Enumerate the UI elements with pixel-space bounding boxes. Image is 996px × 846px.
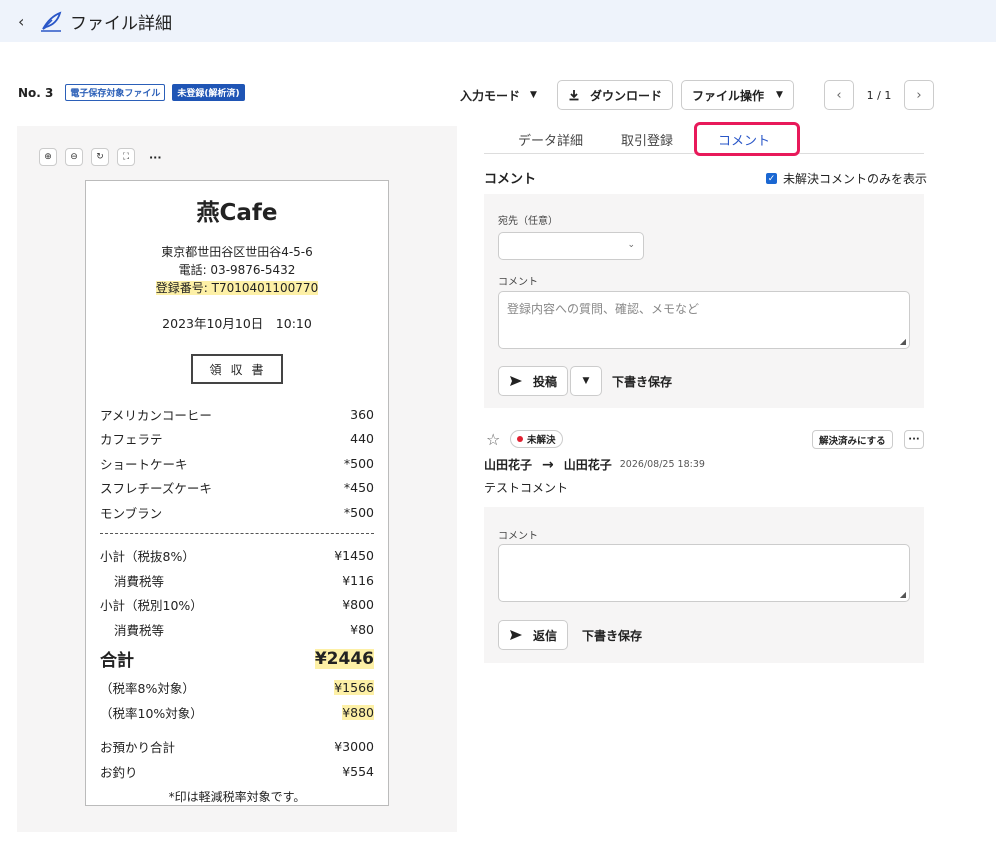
send-icon [510, 630, 522, 640]
more-icon[interactable]: ··· [149, 151, 162, 164]
file-number: No. 3 [18, 85, 54, 100]
receipt-datetime: 2023年10月10日 10:10 [162, 316, 312, 331]
download-button[interactable]: ダウンロード [556, 80, 673, 110]
comments-title: コメント [484, 172, 537, 187]
recipient-select[interactable]: ⌄ [498, 232, 644, 260]
chevron-down-icon: ⌄ [627, 240, 635, 250]
zoom-out-icon[interactable]: ⊖ [65, 148, 83, 166]
toolbar: 入力モード ▼ ダウンロード ファイル操作 ▼ [460, 80, 794, 110]
reply-panel: コメント ◢ 返信 下書き保存 [484, 507, 924, 663]
resize-handle-icon[interactable]: ◢ [900, 590, 906, 599]
next-page-button[interactable]: › [904, 80, 934, 110]
shop-address: 東京都世田谷区世田谷4-5-6 [161, 245, 313, 259]
status-badge: 未登録(解析済) [172, 84, 245, 101]
comment-textarea[interactable]: 登録内容への質問、確認、メモなど ◢ [498, 291, 910, 349]
paid-total: お預かり合計 ¥3000 [100, 739, 374, 756]
status-badge: 未解決 [510, 430, 563, 448]
viewer-toolbar: ⊕ ⊖ ↻ ⛶ ··· [39, 148, 162, 166]
change: お釣り ¥554 [100, 763, 374, 780]
comment-from: 山田花子 [484, 458, 533, 472]
draft-save-link[interactable]: 下書き保存 [612, 373, 672, 390]
zoom-in-icon[interactable]: ⊕ [39, 148, 57, 166]
chevron-right-icon: › [916, 87, 922, 103]
unresolved-filter[interactable]: ✓ 未解決コメントのみを表示 [766, 170, 927, 187]
status-dot [517, 436, 523, 442]
comment-to: 山田花子 [563, 458, 612, 472]
more-icon[interactable]: ··· [904, 430, 924, 449]
post-label: 投稿 [533, 374, 558, 389]
comment-meta: 山田花子 → 山田花子 2026/08/25 18:39 [484, 456, 705, 473]
subtotal-10: 小計（税別10%） ¥800 [100, 597, 374, 614]
page-indicator: 1 / 1 [866, 88, 892, 102]
comment-timestamp: 2026/08/25 18:39 [619, 459, 705, 470]
target-10: （税率10%対象） ¥880 [100, 704, 374, 721]
fullscreen-icon[interactable]: ⛶ [117, 148, 135, 166]
comment-placeholder: 登録内容への質問、確認、メモなど [507, 302, 700, 316]
comment-label: コメント [498, 277, 538, 288]
tax-8: 消費税等 ¥116 [114, 572, 374, 589]
page-title: ファイル詳細 [70, 13, 172, 34]
file-info: No. 3 電子保存対象ファイル 未登録(解析済) [18, 84, 245, 101]
app-header: ‹ ファイル詳細 [0, 0, 996, 42]
comment-item-header: ☆ 未解決 解決済みにする ··· [484, 430, 924, 450]
divider [100, 532, 374, 534]
tax-10: 消費税等 ¥80 [114, 621, 374, 638]
tab-data-detail[interactable]: データ詳細 [518, 130, 583, 149]
send-icon [510, 376, 522, 386]
caret-down-icon: ▼ [530, 90, 537, 100]
document-preview: ⊕ ⊖ ↻ ⛶ ··· 燕Cafe 東京都世田谷区世田谷4-5-6 電話: 03… [17, 126, 457, 832]
reply-label: コメント [498, 531, 538, 542]
reply-draft-link[interactable]: 下書き保存 [582, 627, 642, 644]
receipt-lines: アメリカンコーヒー 360 カフェラテ 440 ショートケーキ *500 スフレチーズ… [100, 402, 374, 784]
line-item: アメリカンコーヒー 360 [100, 406, 374, 423]
resize-handle-icon[interactable]: ◢ [900, 337, 906, 346]
line-item: モンブラン *500 [100, 504, 374, 521]
shop-phone: 電話: 03-9876-5432 [178, 263, 296, 277]
arrow-right-icon: → [542, 456, 554, 473]
checkbox-checked-icon[interactable]: ✓ [766, 173, 777, 184]
prev-page-button[interactable]: ‹ [824, 80, 854, 110]
chevron-left-icon[interactable]: ‹ [18, 12, 32, 31]
type-badge: 電子保存対象ファイル [65, 84, 166, 101]
comment-body: テストコメント [484, 481, 569, 495]
receipt-image: 燕Cafe 東京都世田谷区世田谷4-5-6 電話: 03-9876-5432 登… [85, 180, 389, 806]
tab-comments[interactable]: コメント [718, 130, 770, 149]
tab-transaction[interactable]: 取引登録 [621, 130, 673, 149]
line-item: ショートケーキ *500 [100, 455, 374, 472]
post-button[interactable]: 投稿 [498, 366, 569, 396]
receipt-note: *印は軽減税率対象です。 [168, 789, 306, 804]
target-8: （税率8%対象） ¥1566 [100, 680, 374, 697]
caret-down-icon: ▼ [775, 90, 783, 100]
line-item: カフェラテ 440 [100, 431, 374, 448]
tab-bar: データ詳細 取引登録 コメント [484, 122, 924, 156]
total: 合計 ¥2446 [100, 648, 374, 671]
caret-down-icon: ▼ [582, 376, 590, 386]
input-mode-label: 入力モード [460, 88, 521, 103]
reply-textarea[interactable]: ◢ [498, 544, 910, 602]
recipient-label: 宛先（任意） [498, 216, 558, 227]
rotate-icon[interactable]: ↻ [91, 148, 109, 166]
feather-pen-icon [41, 11, 62, 32]
registration-number: 登録番号: T7010401100770 [155, 281, 319, 295]
line-item: スフレチーズケーキ *450 [100, 480, 374, 497]
subtotal-8: 小計（税抜8%） ¥1450 [100, 548, 374, 565]
resolve-button[interactable]: 解決済みにする [812, 430, 893, 449]
shop-name: 燕Cafe [196, 200, 278, 226]
shop-info: 東京都世田谷区世田谷4-5-6 電話: 03-9876-5432 登録番号: T… [86, 243, 388, 297]
file-ops-dropdown[interactable]: ファイル操作 ▼ [680, 80, 794, 110]
input-mode-dropdown[interactable]: 入力モード ▼ [460, 87, 537, 104]
new-comment-panel: 宛先（任意） ⌄ コメント 登録内容への質問、確認、メモなど ◢ 投稿 ▼ 下書… [484, 194, 924, 408]
pager: ‹ 1 / 1 › [824, 80, 934, 110]
chevron-left-icon: ‹ [836, 87, 842, 103]
post-options-button[interactable]: ▼ [570, 366, 602, 396]
star-icon[interactable]: ☆ [486, 430, 500, 449]
download-icon [569, 90, 579, 101]
download-label: ダウンロード [589, 88, 662, 103]
file-ops-label: ファイル操作 [691, 88, 764, 103]
receipt-doc-title: 領収書 [191, 354, 283, 384]
reply-button[interactable]: 返信 [498, 620, 569, 650]
reply-button-label: 返信 [533, 628, 558, 643]
unresolved-filter-label: 未解決コメントのみを表示 [783, 172, 928, 186]
